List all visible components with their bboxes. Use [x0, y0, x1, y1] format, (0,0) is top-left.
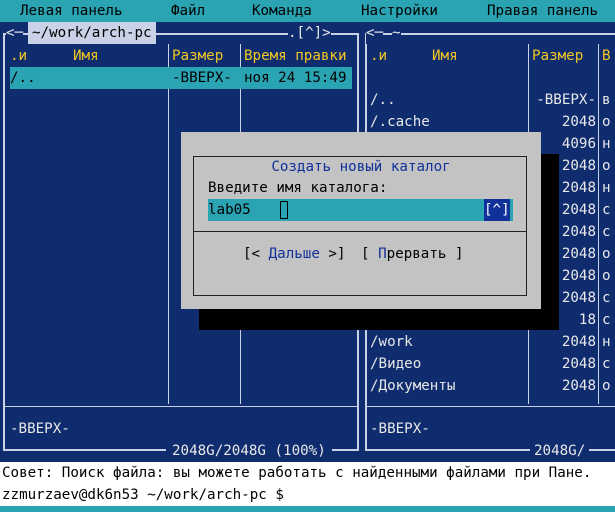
left-disk-usage: 2048G/2048G (100%): [166, 440, 332, 462]
left-header-size[interactable]: Размер: [172, 45, 223, 67]
right-row[interactable]: /work 2048 н: [362, 331, 615, 353]
left-header-mtime[interactable]: Время правки: [244, 45, 347, 67]
right-row-name: /Видео: [370, 356, 422, 372]
right-row-size: 2048: [561, 114, 596, 130]
right-row[interactable]: /.cache 2048 о: [362, 111, 615, 133]
dialog-title-text: Создать новый каталог: [265, 159, 457, 175]
right-row-mtime: о: [602, 158, 611, 174]
right-row-mtime: о: [602, 268, 611, 284]
ok-bracket-open: [<: [243, 246, 269, 262]
right-row-name: /.cache: [370, 114, 430, 130]
cancel-hotkey: П: [378, 246, 387, 262]
left-row-mtime: ноя 24 15:49: [244, 70, 347, 86]
ok-button[interactable]: [< Дальше >]: [243, 243, 346, 265]
cancel-label: рервать: [386, 246, 447, 262]
right-row-size: 2048: [561, 224, 596, 240]
ok-bracket-close: >]: [319, 246, 346, 262]
right-row-mtime: с: [602, 202, 611, 218]
right-row-size: 2048: [561, 356, 596, 372]
left-row-selected[interactable]: /.. -ВВЕРХ- ноя 24 15:49: [10, 67, 352, 89]
left-status-separator: [5, 406, 357, 407]
prompt-text: zzmurzaev@dk6n53 ~/work/arch-pc $: [2, 487, 284, 503]
cancel-bracket-close: ]: [446, 246, 464, 262]
right-row-mtime: н: [602, 180, 611, 196]
right-row[interactable]: /.. -ВВЕРХ-в: [362, 89, 615, 111]
right-row-name: /work: [370, 334, 413, 350]
left-panel-history-button[interactable]: .[^]>: [288, 22, 331, 44]
right-status-text: -ВВЕРХ-: [370, 421, 430, 437]
directory-name-input[interactable]: lab05 [^]: [208, 199, 513, 221]
right-row-size: 2048: [561, 290, 596, 306]
right-row-size: 2048: [561, 268, 596, 284]
hint-line: Совет: Поиск файла: вы можете работать с…: [0, 462, 615, 484]
menu-settings[interactable]: Настройки: [361, 0, 438, 22]
right-panel-nav-arrow[interactable]: <─: [366, 22, 384, 44]
right-header-sort[interactable]: .и: [370, 45, 387, 67]
right-row-mtime: с: [602, 224, 611, 240]
right-row-mtime: н: [602, 136, 611, 152]
right-row-size: 2048: [561, 180, 596, 196]
left-panel-history-label: [^]: [296, 25, 323, 41]
right-row-name: /Документы: [370, 378, 456, 394]
menu-command[interactable]: Команда: [252, 0, 312, 22]
function-key-bar[interactable]: [0, 506, 615, 512]
right-row-size: 2048: [561, 378, 596, 394]
left-header-name[interactable]: Имя: [73, 45, 99, 67]
menu-bar: Левая панель Файл Команда Настройки Прав…: [0, 0, 615, 22]
right-row-size: 2048: [561, 202, 596, 218]
left-panel-path[interactable]: ~/work/arch-pc: [28, 22, 156, 44]
left-row-size: -ВВЕРХ-: [172, 70, 232, 86]
right-row-size: 2048: [561, 334, 596, 350]
hint-text: Совет: Поиск файла: вы можете работать с…: [2, 465, 592, 481]
right-row-mtime: с: [602, 290, 611, 306]
right-header-name[interactable]: Имя: [432, 45, 458, 67]
right-row-mtime: о: [602, 378, 611, 394]
ok-label: Дальше: [268, 246, 320, 262]
menu-file[interactable]: Файл: [171, 0, 205, 22]
right-header-mtime[interactable]: В: [602, 45, 611, 67]
left-status-text: -ВВЕРХ-: [10, 421, 70, 437]
text-cursor: [280, 201, 288, 219]
directory-name-value: lab05: [208, 202, 251, 218]
shell-prompt[interactable]: zzmurzaev@dk6n53 ~/work/arch-pc $: [0, 484, 615, 506]
right-panel-path[interactable]: ~: [392, 22, 401, 44]
cancel-bracket-open: [: [361, 246, 379, 262]
right-disk-usage: 2048G/: [530, 440, 590, 462]
right-row-size: 2048: [561, 246, 596, 262]
right-row-size: 2048: [561, 158, 596, 174]
right-row-mtime: о: [602, 246, 611, 262]
right-row-size: -ВВЕРХ-: [536, 92, 596, 108]
cancel-button[interactable]: [ Прервать ]: [361, 243, 464, 265]
right-row-mtime: о: [602, 114, 611, 130]
right-row-size: 18: [578, 312, 596, 328]
right-row-mtime: н: [602, 334, 611, 350]
left-header-sort[interactable]: .и: [10, 45, 27, 67]
right-row-mtime: с: [602, 312, 611, 328]
menu-left-panel[interactable]: Левая панель: [20, 0, 123, 22]
right-status-separator: [367, 406, 615, 407]
right-row-size: 4096: [561, 136, 596, 152]
dialog-title: Создать новый каталог: [181, 156, 541, 178]
mkdir-dialog: Создать новый каталог Введите имя катало…: [181, 132, 541, 309]
dialog-separator: [194, 231, 526, 232]
left-row-name: /..: [10, 70, 36, 86]
right-header-size[interactable]: Размер: [532, 45, 583, 67]
right-row-name: /..: [370, 92, 396, 108]
dialog-prompt: Введите имя каталога:: [208, 180, 388, 196]
left-column-divider-1: [168, 44, 169, 404]
menu-right-panel[interactable]: Правая панель: [487, 0, 598, 22]
left-panel-nav-arrow[interactable]: <─: [6, 22, 24, 44]
input-history-button[interactable]: [^]: [484, 199, 510, 221]
right-row-mtime: с: [602, 356, 611, 372]
right-row[interactable]: /Видео 2048 с: [362, 353, 615, 375]
right-row-mtime: в: [602, 92, 611, 108]
right-row[interactable]: /Документы 2048 о: [362, 375, 615, 397]
